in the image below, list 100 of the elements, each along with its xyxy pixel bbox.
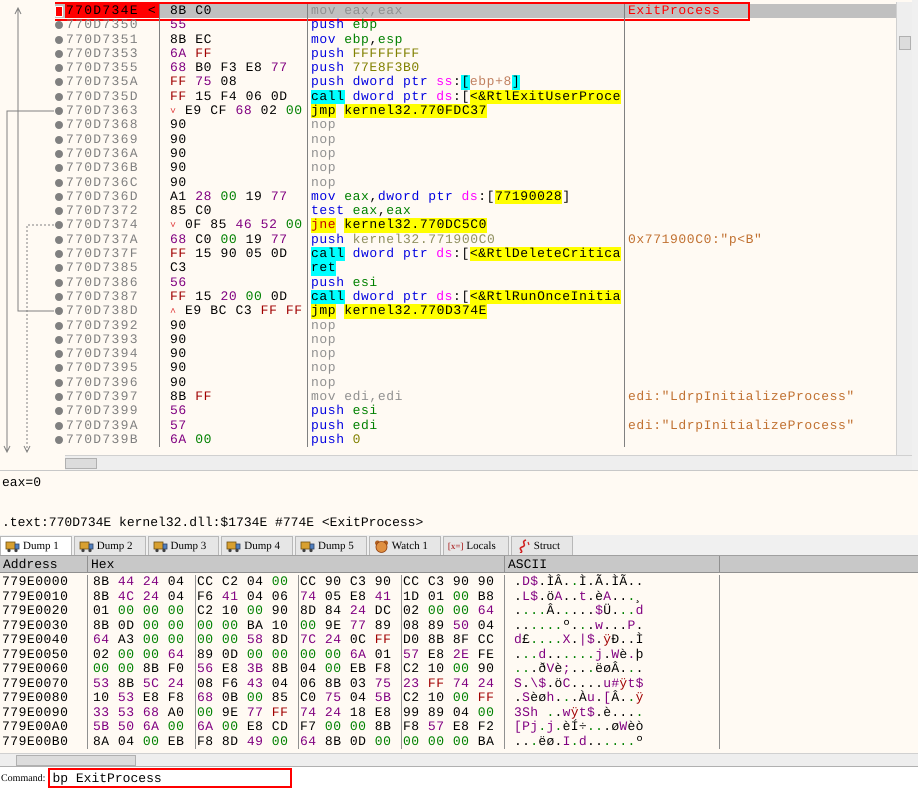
ascii-cell: .L$.öA..t.èA...¸	[505, 590, 720, 604]
tab[interactable]: Struct	[510, 536, 574, 556]
bytes-cell: FF 15 20 00 0D	[160, 290, 308, 304]
breakpoint-dot[interactable]	[55, 64, 63, 72]
hex-cell: 8A 04 00 EB F8 8D 49 00 64 8B 0D 00 00 00 00 BA	[88, 734, 505, 750]
breakpoint-dot[interactable]	[55, 178, 63, 187]
bytes-cell: C3	[160, 261, 308, 276]
bytes-cell: 56	[160, 276, 308, 290]
bytes-cell: 90	[160, 318, 308, 333]
tab[interactable]: Dump 1	[0, 536, 72, 556]
address-cell: 770D734E <	[65, 4, 160, 18]
disassembly-row[interactable]: 770D738D ˄ E9 BC C3 FF FF jmp kernel32.770D374E	[55, 304, 896, 319]
instruction-cell: jne kernel32.770DC5C0	[308, 218, 625, 233]
disassembly-row[interactable]: 770D7399 56 push esi	[55, 404, 896, 419]
breakpoint-dot[interactable]	[55, 364, 63, 372]
instruction-cell: ret	[308, 261, 625, 276]
horizontal-scrollbar[interactable]	[65, 455, 912, 470]
disassembly-row[interactable]: 770D7387 FF 15 20 00 0D call dword ptr ds:[<&RtlRunOnceInitia	[55, 290, 896, 304]
breakpoint-dot[interactable]	[55, 407, 63, 416]
disassembly-row[interactable]: 770D7363 ˅ E9 CF 68 02 00 jmp kernel32.770FDC37	[55, 104, 896, 118]
instruction-cell: nop	[308, 161, 625, 176]
breakpoint-dot[interactable]	[55, 107, 63, 116]
breakpoint-dot[interactable]	[55, 393, 63, 402]
instruction-cell: call dword ptr ds:[<&RtlExitUserProce	[308, 90, 625, 104]
bytes-cell: ˅ E9 CF 68 02 00	[160, 104, 308, 118]
breakpoint-dot[interactable]	[55, 336, 63, 344]
disassembly-row[interactable]: 770D7396 90 nop	[55, 376, 896, 390]
breakpoint-dot[interactable]	[55, 21, 63, 30]
disassembly-row[interactable]: 770D739B 6A 00 push 0	[55, 432, 896, 448]
instruction-cell: nop	[308, 118, 625, 133]
breakpoint-dot[interactable]	[55, 307, 63, 316]
breakpoint-dot[interactable]	[55, 50, 63, 58]
address-cell: 770D7386	[65, 276, 160, 290]
column-header[interactable]: Address	[0, 556, 88, 572]
hex-cell: 64 A3 00 00 00 00 58 8D 7C 24 0C FF D0 8B 8F CC	[88, 633, 505, 648]
breakpoint-dot[interactable]	[55, 150, 63, 158]
bytes-cell: 68 C0 00 19 77	[160, 232, 308, 248]
instruction-cell: jmp kernel32.770D374E	[308, 304, 625, 319]
breakpoint-dot[interactable]	[55, 264, 63, 272]
tab[interactable]: Dump 5	[295, 536, 367, 556]
breakpoint-dot[interactable]	[55, 422, 63, 430]
disassembly-row[interactable]: 770D7374 ˅ 0F 85 46 52 00 jne kernel32.770DC5C0	[55, 218, 896, 233]
variable-icon: [x=]	[448, 541, 464, 552]
breakpoint-dot[interactable]	[55, 322, 63, 330]
breakpoint-dot[interactable]	[55, 78, 63, 86]
disassembly-row[interactable]: 770D7394 90 nop	[55, 347, 896, 362]
breakpoint-dot[interactable]	[55, 207, 63, 216]
tab[interactable]: Dump 3	[148, 536, 220, 556]
ascii-cell: .Sèøh...Àu.[Â..ÿ	[505, 691, 720, 706]
hex-cell: 8B 0D 00 00 00 00 BA 10 00 9E 77 89 08 89 50 04	[88, 618, 505, 634]
breakpoint-dot[interactable]	[55, 292, 63, 301]
disassembly-row[interactable]: 770D736D A1 28 00 19 77 mov eax,dword ptr ds:[77190028]	[55, 190, 896, 204]
tab[interactable]: Watch 1	[368, 536, 441, 556]
breakpoint-dot[interactable]	[55, 436, 63, 444]
breakpoint-dot[interactable]	[55, 236, 63, 244]
disassembly-row[interactable]: 770D739A 57 push edi edi:"LdrpInitializeProcess"	[55, 418, 896, 433]
address-cell: 770D7393	[65, 332, 160, 348]
breakpoint-dot[interactable]	[55, 121, 63, 130]
disassembly-row[interactable]: 770D7385 C3 ret	[55, 261, 896, 276]
disassembly-row[interactable]: 770D7395 90 nop	[55, 361, 896, 376]
vertical-scrollbar[interactable]	[896, 2, 912, 456]
disassembly-row[interactable]: 770D7393 90 nop	[55, 332, 896, 348]
command-field[interactable]: bp ExitProcess	[48, 768, 292, 788]
disassembly-row[interactable]: 770D7350 55 push ebp	[55, 18, 896, 33]
instruction-cell: mov eax,dword ptr ds:[77190028]	[308, 190, 625, 204]
disassembly-row[interactable]: 770D735D FF 15 F4 06 0D call dword ptr ds:[<&RtlExitUserProce	[55, 90, 896, 104]
breakpoint-dot[interactable]	[55, 278, 63, 287]
disassembly-row[interactable]: 770D7353 6A FF push FFFFFFFF	[55, 46, 896, 62]
column-header[interactable]: ASCII	[505, 556, 720, 572]
disassembly-row[interactable]: 770D7397 8B FF mov edi,edi edi:"LdrpInitializeProcess"	[55, 390, 896, 404]
disassembly-row[interactable]: 770D736A 90 nop	[55, 146, 896, 162]
horizontal-scrollbar[interactable]	[0, 753, 918, 766]
breakpoint-dot[interactable]	[55, 164, 63, 172]
disassembly-row[interactable]: 770D736B 90 nop	[55, 161, 896, 176]
tab[interactable]: [x=] Locals	[442, 536, 509, 556]
breakpoint-dot[interactable]	[55, 250, 63, 258]
disassembly-row[interactable]: 770D7369 90 nop	[55, 132, 896, 147]
tab[interactable]: Dump 4	[221, 536, 293, 556]
address-cell: 770D735D	[65, 90, 160, 104]
breakpoint-dot[interactable]	[55, 350, 63, 358]
instruction-cell: nop	[308, 332, 625, 348]
instruction-cell: nop	[308, 318, 625, 333]
disassembly-row[interactable]: 770D737F FF 15 90 05 0D call dword ptr ds:[<&RtlDeleteCritica	[55, 247, 896, 262]
disassembly-row[interactable]: 770D7368 90 nop	[55, 118, 896, 133]
disassembly-row[interactable]: 770D7351 8B EC mov ebp,esp	[55, 32, 896, 47]
breakpoint-dot[interactable]	[55, 192, 63, 201]
breakpoint-dot[interactable]	[55, 221, 63, 230]
hex-cell: 33 53 68 A0 00 9E 77 FF 74 24 18 E8 99 89 04 00	[88, 706, 505, 720]
breakpoint-dot[interactable]	[55, 136, 63, 144]
address-cell: 770D7395	[65, 361, 160, 376]
address-cell: 770D7355	[65, 61, 160, 76]
breakpoint-dot[interactable]	[55, 92, 63, 101]
bytes-cell: ˅ 0F 85 46 52 00	[160, 218, 308, 233]
tab[interactable]: Dump 2	[74, 536, 146, 556]
breakpoint-dot[interactable]	[55, 36, 63, 44]
breakpoint-dot[interactable]	[55, 378, 63, 387]
column-header[interactable]: Hex	[88, 556, 505, 572]
ascii-cell: ....Â.....$Ü...d	[505, 604, 720, 619]
hex-cell: 5B 50 6A 00 6A 00 E8 CD F7 00 00 8B F8 57 E8 F2	[88, 720, 505, 735]
disassembly-row[interactable]: 770D7392 90 nop	[55, 318, 896, 333]
